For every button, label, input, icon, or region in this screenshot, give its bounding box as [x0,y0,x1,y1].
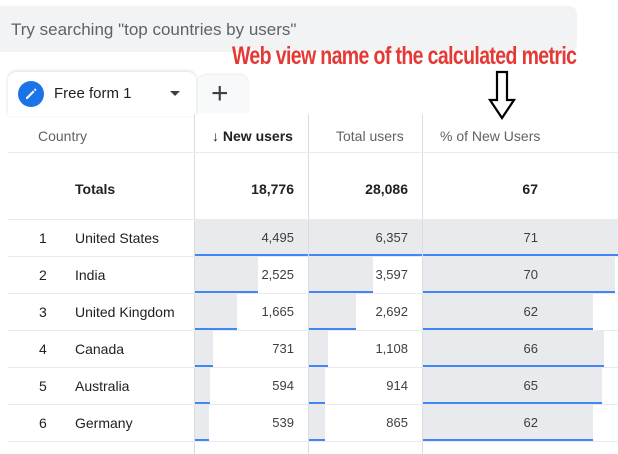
bar-fill [309,294,356,328]
cell-new-users: 1,665 [195,294,308,331]
row-country: United Kingdom [75,304,175,320]
cell-new-users: 731 [195,331,308,368]
cell-new-users: 4,495 [195,220,308,257]
cell-value: 3,597 [375,267,408,282]
pencil-icon [18,81,44,107]
cell-total-users: 6,357 [309,220,422,257]
cell-value: 865 [386,415,408,430]
cell-new-users: 2,525 [195,257,308,294]
header-pct-new-users[interactable]: % of New Users [440,128,540,144]
cell-value: 62 [523,415,538,430]
bar-fill [309,331,328,365]
cell-value: 71 [523,230,538,245]
report-table: Country ↓ New users Total users % of New… [8,114,618,454]
row-rank: 4 [39,341,47,357]
bar-fill [195,368,210,402]
cell-value: 62 [523,304,538,319]
row-rank: 1 [39,230,47,246]
cell-value: 731 [272,341,294,356]
cell-value: 2,692 [375,304,408,319]
tab-free-form-1[interactable]: Free form 1 [8,72,196,116]
cell-new-users: 539 [195,405,308,442]
row-rank: 2 [39,267,47,283]
search-placeholder: Try searching "top countries by users" [11,20,297,39]
totals-total-users: 28,086 [365,181,408,197]
row-country: Australia [75,378,130,394]
cell-new-users: 594 [195,368,308,405]
cell-total-users: 865 [309,405,422,442]
sort-arrow-icon: ↓ [212,128,219,144]
row-country: Canada [75,341,125,357]
cell-total-users: 914 [309,368,422,405]
cell-value: 914 [386,378,408,393]
bar-fill [195,405,209,439]
bar-fill [195,294,237,328]
totals-label: Totals [75,181,116,197]
table-row[interactable]: 5 Australia 594 914 65 [8,368,618,405]
table-row[interactable]: 4 Canada 731 1,108 66 [8,331,618,368]
cell-pct-new-users: 65 [423,368,618,405]
header-new-users[interactable]: ↓ New users [212,128,293,144]
cell-value: 6,357 [375,230,408,245]
cell-pct-new-users: 70 [423,257,618,294]
tab-label: Free form 1 [54,85,132,102]
caret-down-icon[interactable] [170,91,180,96]
header-country[interactable]: Country [38,128,87,144]
cell-value: 66 [523,341,538,356]
cell-pct-new-users: 62 [423,405,618,442]
cell-pct-new-users: 62 [423,294,618,331]
cell-total-users: 2,692 [309,294,422,331]
cell-value: 4,495 [261,230,294,245]
row-rank: 3 [39,304,47,320]
row-divider [8,441,618,442]
totals-new-users: 18,776 [251,181,294,197]
cell-total-users: 1,108 [309,331,422,368]
cell-total-users: 3,597 [309,257,422,294]
cell-value: 1,665 [261,304,294,319]
table-row[interactable]: 1 United States 4,495 6,357 71 [8,220,618,257]
annotation-arrow-icon [488,70,516,120]
add-tab-button[interactable]: + [198,75,248,113]
bar-fill [309,368,325,402]
cell-value: 70 [523,267,538,282]
bar-fill [195,331,213,365]
cell-value: 2,525 [261,267,294,282]
cell-pct-new-users: 66 [423,331,618,368]
bar-fill [309,257,373,291]
annotation-label: Web view name of the calculated metric [232,42,577,70]
row-country: United States [75,230,160,246]
cell-value: 1,108 [375,341,408,356]
row-country: Germany [75,415,133,431]
cell-value: 65 [523,378,538,393]
row-country: India [75,267,106,283]
row-rank: 6 [39,415,47,431]
cell-pct-new-users: 71 [423,220,618,257]
header-divider [8,152,618,153]
cell-value: 594 [272,378,294,393]
table-row[interactable]: 3 United Kingdom 1,665 2,692 62 [8,294,618,331]
header-total-users[interactable]: Total users [336,128,404,144]
totals-pct-new-users: 67 [522,181,538,197]
bar-fill [195,257,258,291]
bar-fill [309,405,325,439]
plus-icon: + [211,77,229,110]
table-row[interactable]: 6 Germany 539 865 62 [8,405,618,442]
row-rank: 5 [39,378,47,394]
cell-value: 539 [272,415,294,430]
table-row[interactable]: 2 India 2,525 3,597 70 [8,257,618,294]
